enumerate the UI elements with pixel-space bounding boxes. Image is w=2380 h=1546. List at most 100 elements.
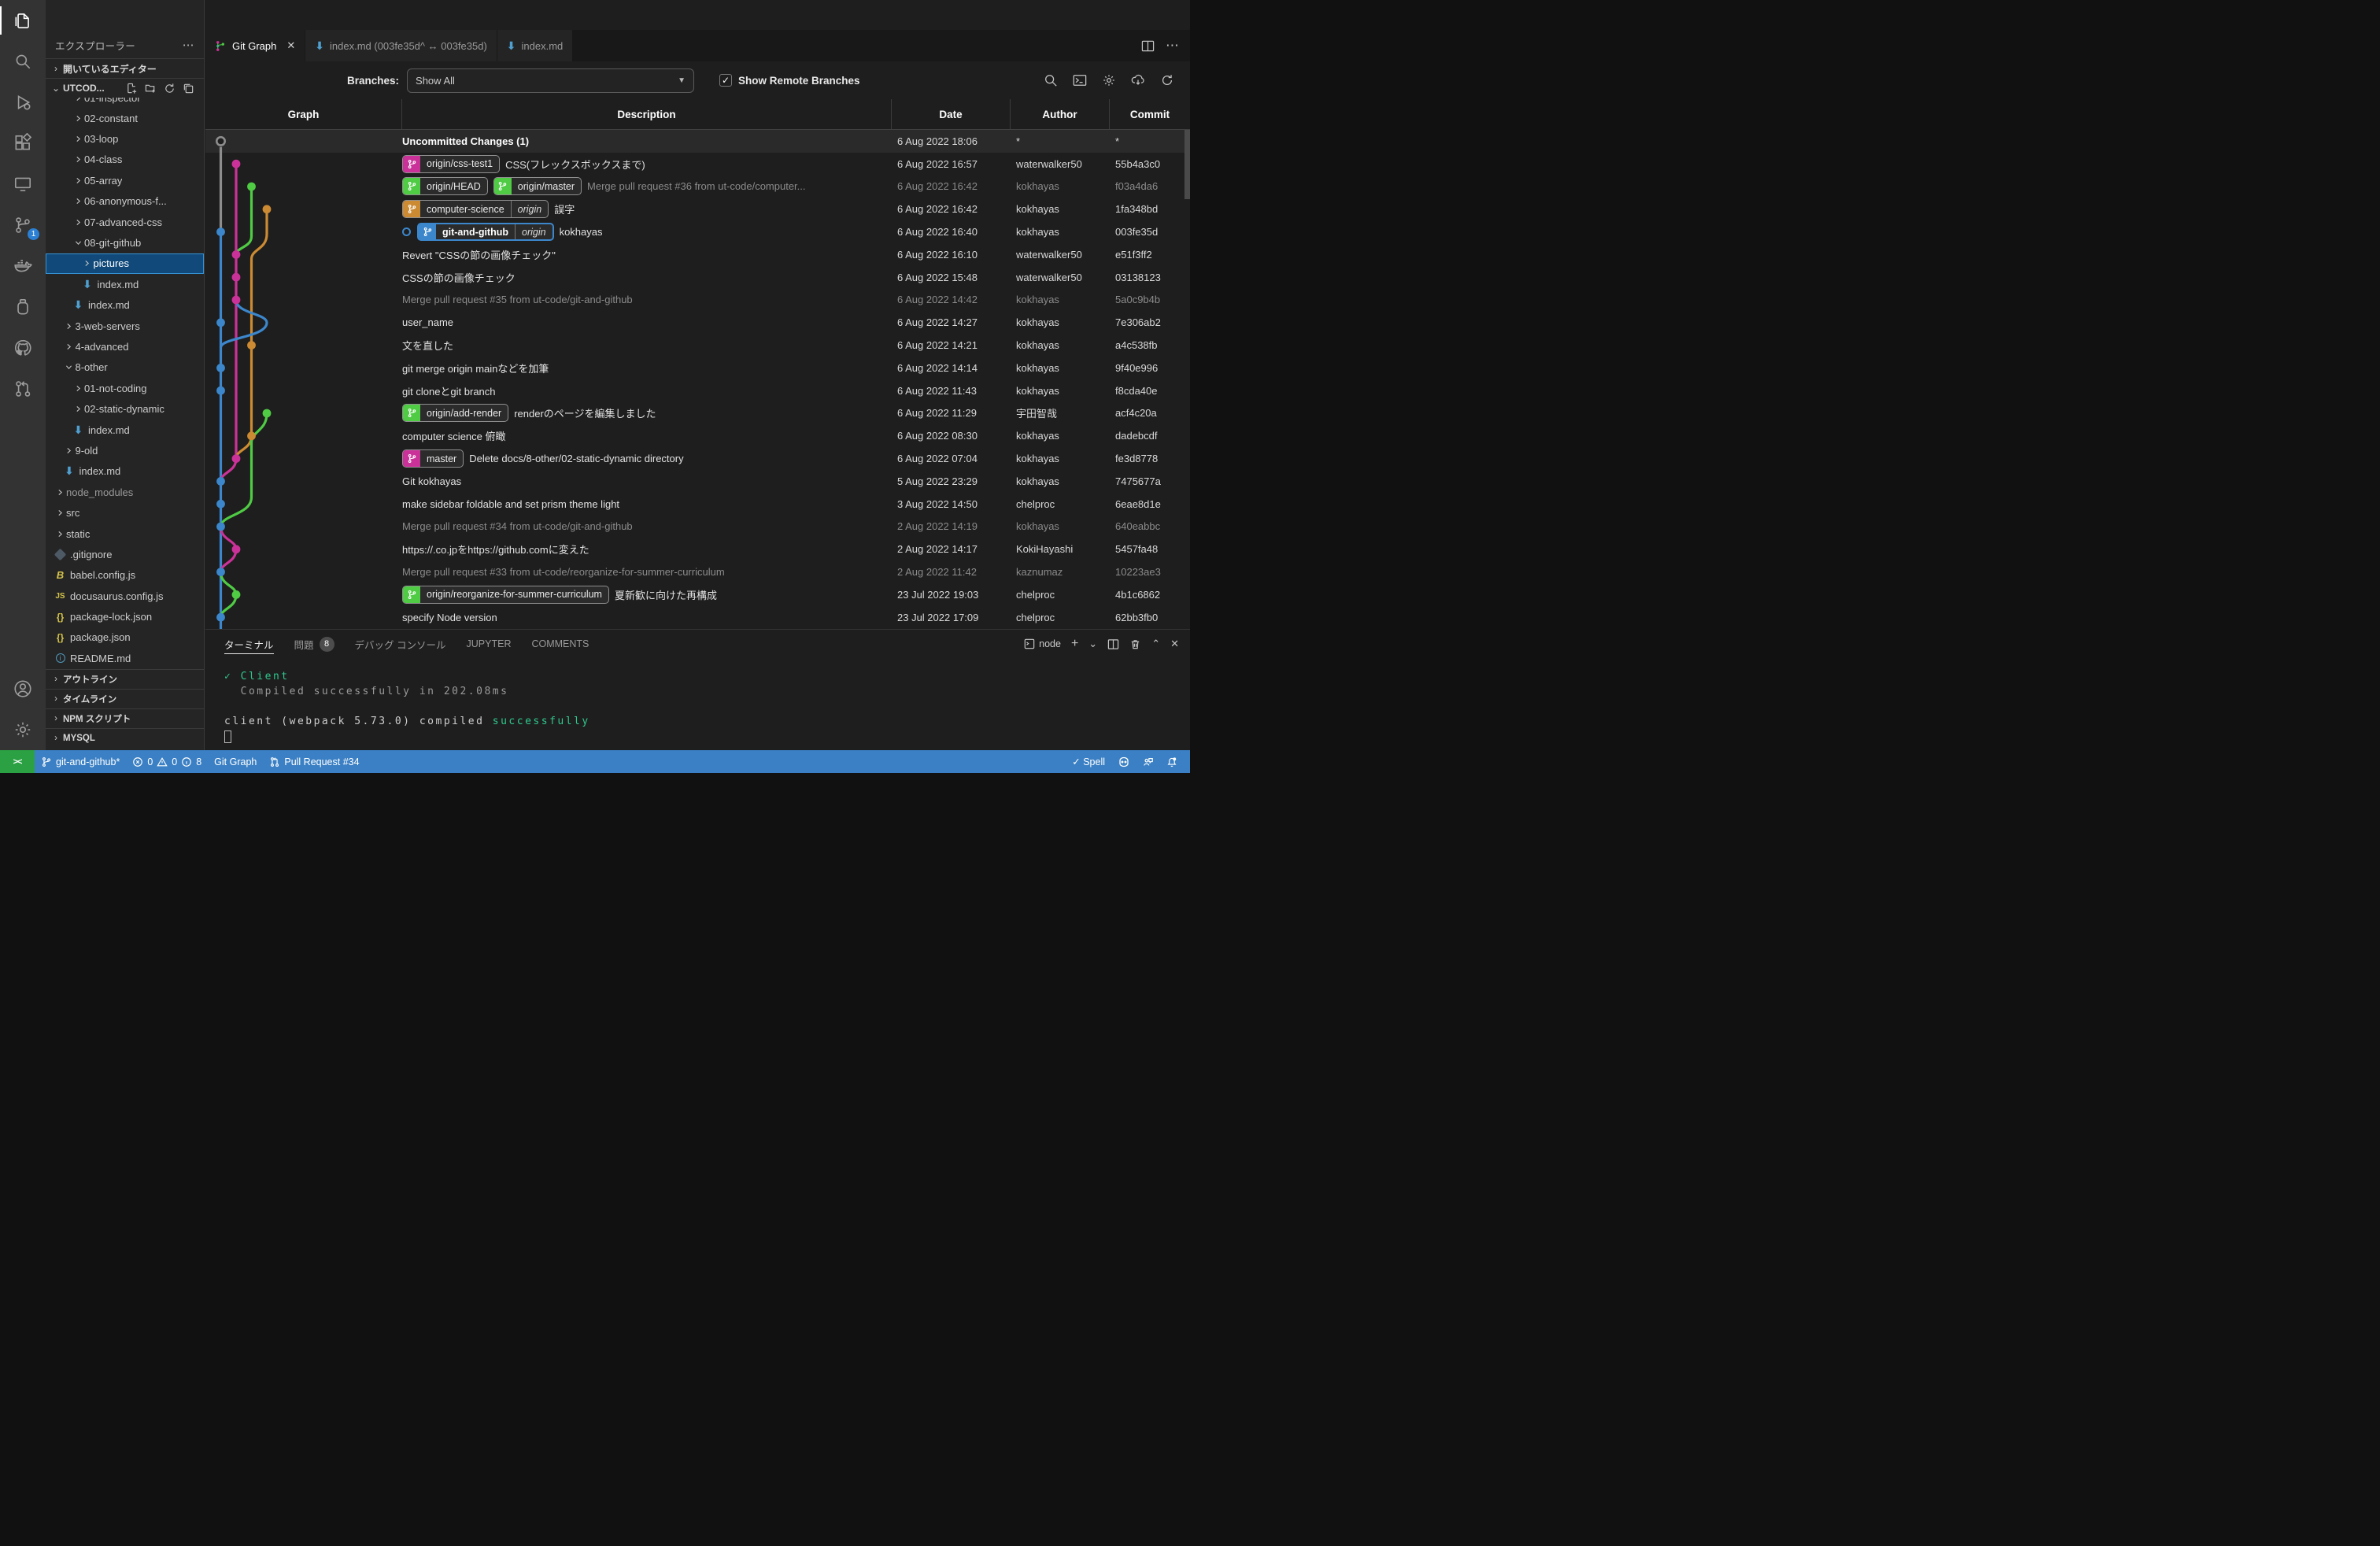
commit-row-55b4a3c0[interactable]: origin/css-test1CSS(フレックスボックスまで)6 Aug 20… bbox=[205, 153, 1190, 176]
tree-item-01-not-coding[interactable]: 01-not-coding bbox=[46, 378, 204, 398]
maximize-panel-icon[interactable]: ⌃ bbox=[1151, 638, 1160, 650]
tree-item-index-md[interactable]: ⬇index.md bbox=[46, 461, 204, 482]
terminal-icon[interactable] bbox=[1073, 73, 1087, 87]
kill-terminal-icon[interactable] bbox=[1129, 638, 1141, 650]
explorer-icon[interactable] bbox=[0, 0, 46, 41]
terminal-output[interactable]: ✓ Client Compiled successfully in 202.08… bbox=[205, 658, 1190, 744]
branch-badge[interactable]: master bbox=[402, 449, 464, 468]
sidebar-section-アウトライン[interactable]: ›アウトライン bbox=[46, 669, 204, 689]
commit-row-a4c538fb[interactable]: 文を直した6 Aug 2022 14:21kokhayasa4c538fb bbox=[205, 334, 1190, 357]
open-editors-section[interactable]: ›開いているエディター bbox=[46, 58, 204, 78]
search-icon[interactable] bbox=[0, 41, 46, 82]
branch-badge[interactable]: origin/reorganize-for-summer-curriculum bbox=[402, 586, 609, 604]
status-branch[interactable]: git-and-github* bbox=[35, 750, 126, 773]
commit-row-9f40e996[interactable]: git merge origin mainなどを加筆6 Aug 2022 14:… bbox=[205, 357, 1190, 379]
panel-tab-問題[interactable]: 問題8 bbox=[294, 630, 334, 658]
branches-dropdown[interactable]: Show All ▼ bbox=[407, 68, 694, 93]
show-remote-branches-checkbox[interactable]: ✓ bbox=[719, 74, 732, 87]
commit-row-5457fa48[interactable]: https://.co.jpをhttps://github.comに変えた2 A… bbox=[205, 538, 1190, 560]
editor-more-icon[interactable]: ⋯ bbox=[1166, 38, 1179, 54]
commit-row-fe3d8778[interactable]: masterDelete docs/8-other/02-static-dyna… bbox=[205, 447, 1190, 470]
commit-row-640eabbc[interactable]: Merge pull request #34 from ut-code/git-… bbox=[205, 516, 1190, 538]
branch-badge[interactable]: origin/add-render bbox=[402, 404, 508, 422]
fetch-remote-icon[interactable] bbox=[1131, 73, 1145, 87]
refresh-icon[interactable] bbox=[1160, 73, 1174, 87]
refresh-explorer-icon[interactable] bbox=[164, 83, 176, 94]
tree-item-05-array[interactable]: 05-array bbox=[46, 170, 204, 190]
pull-request-icon[interactable] bbox=[0, 368, 46, 409]
branch-badge[interactable]: origin/HEAD bbox=[402, 177, 488, 195]
tab-index-md[interactable]: ⬇index.md bbox=[497, 30, 573, 61]
status-problems[interactable]: 0 0 8 bbox=[126, 750, 208, 773]
close-tab-icon[interactable]: ✕ bbox=[286, 39, 295, 52]
workspace-section[interactable]: ⌄UTCOD... bbox=[46, 78, 204, 98]
commit-row-6eae8d1e[interactable]: make sidebar foldable and set prism them… bbox=[205, 493, 1190, 516]
status-spell[interactable]: ✓ Spell bbox=[1066, 750, 1111, 773]
commit-row-003fe35d[interactable]: git-and-githuboriginkokhayas6 Aug 2022 1… bbox=[205, 220, 1190, 243]
tree-item-01-inspector[interactable]: 01-inspector bbox=[46, 98, 204, 108]
commit-row-4b1c6862[interactable]: origin/reorganize-for-summer-curriculum夏… bbox=[205, 583, 1190, 606]
extensions-icon[interactable] bbox=[0, 123, 46, 164]
run-debug-icon[interactable] bbox=[0, 82, 46, 123]
tree-item-package-json[interactable]: {}package.json bbox=[46, 627, 204, 648]
tree-item-index-md[interactable]: ⬇index.md bbox=[46, 274, 204, 294]
commit-row-62bb3fb0[interactable]: specify Node version23 Jul 2022 17:09che… bbox=[205, 606, 1190, 629]
settings-gear-icon[interactable] bbox=[0, 709, 46, 750]
collapse-folders-icon[interactable] bbox=[183, 83, 194, 94]
close-panel-icon[interactable]: ✕ bbox=[1170, 638, 1179, 650]
new-file-icon[interactable] bbox=[126, 83, 138, 94]
split-terminal-icon[interactable] bbox=[1107, 638, 1119, 650]
tree-item-package-lock-json[interactable]: {}package-lock.json bbox=[46, 606, 204, 627]
branch-badge[interactable]: git-and-githuborigin bbox=[417, 223, 554, 241]
tree-item-8-other[interactable]: 8-other bbox=[46, 357, 204, 378]
tree-item--gitignore[interactable]: .gitignore bbox=[46, 544, 204, 564]
commit-row-e51f3ff2[interactable]: Revert "CSSの節の画像チェック"6 Aug 2022 16:10wat… bbox=[205, 243, 1190, 266]
tab-index-md-003fe35d-003fe35d-[interactable]: ⬇index.md (003fe35d^ ↔ 003fe35d) bbox=[305, 30, 497, 61]
status-feedback-icon[interactable] bbox=[1136, 750, 1160, 773]
commit-row-5a0c9b4b[interactable]: Merge pull request #35 from ut-code/git-… bbox=[205, 289, 1190, 312]
find-commit-icon[interactable] bbox=[1044, 73, 1058, 87]
new-folder-icon[interactable] bbox=[145, 83, 157, 94]
tree-item-3-web-servers[interactable]: 3-web-servers bbox=[46, 316, 204, 336]
new-terminal-icon[interactable]: + bbox=[1071, 637, 1078, 651]
github-icon[interactable] bbox=[0, 327, 46, 368]
sidebar-section-mysql[interactable]: ›MYSQL bbox=[46, 728, 204, 748]
commit-row-f8cda40e[interactable]: git cloneとgit branch6 Aug 2022 11:43kokh… bbox=[205, 379, 1190, 402]
jar-icon[interactable] bbox=[0, 287, 46, 327]
status-copilot-icon[interactable] bbox=[1111, 750, 1136, 773]
docker-icon[interactable] bbox=[0, 246, 46, 287]
tree-item-06-anonymous-f-[interactable]: 06-anonymous-f... bbox=[46, 191, 204, 212]
scrollbar-thumb[interactable] bbox=[1184, 130, 1190, 199]
commit-row-1fa348bd[interactable]: computer-scienceorigin誤字6 Aug 2022 16:42… bbox=[205, 198, 1190, 220]
tree-item-08-git-github[interactable]: 08-git-github bbox=[46, 232, 204, 253]
commit-row-03138123[interactable]: CSSの節の画像チェック6 Aug 2022 15:48waterwalker5… bbox=[205, 266, 1190, 289]
explorer-more-icon[interactable]: ⋯ bbox=[183, 38, 194, 52]
tree-item-docusaurus-config-js[interactable]: JSdocusaurus.config.js bbox=[46, 586, 204, 606]
remote-explorer-icon[interactable] bbox=[0, 164, 46, 205]
tree-item-pictures[interactable]: pictures bbox=[46, 253, 204, 274]
account-icon[interactable] bbox=[0, 668, 46, 709]
tree-item-07-advanced-css[interactable]: 07-advanced-css bbox=[46, 212, 204, 232]
tree-item-02-constant[interactable]: 02-constant bbox=[46, 108, 204, 128]
tree-item-static[interactable]: static bbox=[46, 523, 204, 544]
tree-item-src[interactable]: src bbox=[46, 502, 204, 523]
status-pull-request[interactable]: Pull Request #34 bbox=[263, 750, 365, 773]
panel-tab-ターミナル[interactable]: ターミナル bbox=[224, 630, 274, 658]
sidebar-section-npm-スクリプト[interactable]: ›NPM スクリプト bbox=[46, 708, 204, 728]
split-editor-icon[interactable] bbox=[1141, 39, 1155, 53]
status-bell-icon[interactable] bbox=[1160, 750, 1184, 773]
panel-tab-デバッグ-コンソール[interactable]: デバッグ コンソール bbox=[355, 630, 446, 658]
tree-item-02-static-dynamic[interactable]: 02-static-dynamic bbox=[46, 398, 204, 419]
terminal-profile[interactable]: node bbox=[1024, 638, 1061, 649]
panel-tab-jupyter[interactable]: JUPYTER bbox=[467, 630, 512, 658]
panel-tab-comments[interactable]: COMMENTS bbox=[531, 630, 589, 658]
tree-item-index-md[interactable]: ⬇index.md bbox=[46, 295, 204, 316]
commit-row-uncommitted[interactable]: Uncommitted Changes (1)6 Aug 2022 18:06*… bbox=[205, 130, 1190, 153]
commit-row-f03a4da6[interactable]: origin/HEADorigin/masterMerge pull reque… bbox=[205, 176, 1190, 198]
tab-git-graph[interactable]: Git Graph✕ bbox=[205, 30, 305, 61]
remote-indicator[interactable]: >< bbox=[0, 750, 35, 773]
tree-item-readme-md[interactable]: iREADME.md bbox=[46, 648, 204, 668]
tree-item-4-advanced[interactable]: 4-advanced bbox=[46, 336, 204, 357]
commit-row-7e306ab2[interactable]: user_name6 Aug 2022 14:27kokhayas7e306ab… bbox=[205, 311, 1190, 334]
commit-row-acf4c20a[interactable]: origin/add-renderrenderのページを編集しました6 Aug … bbox=[205, 402, 1190, 425]
